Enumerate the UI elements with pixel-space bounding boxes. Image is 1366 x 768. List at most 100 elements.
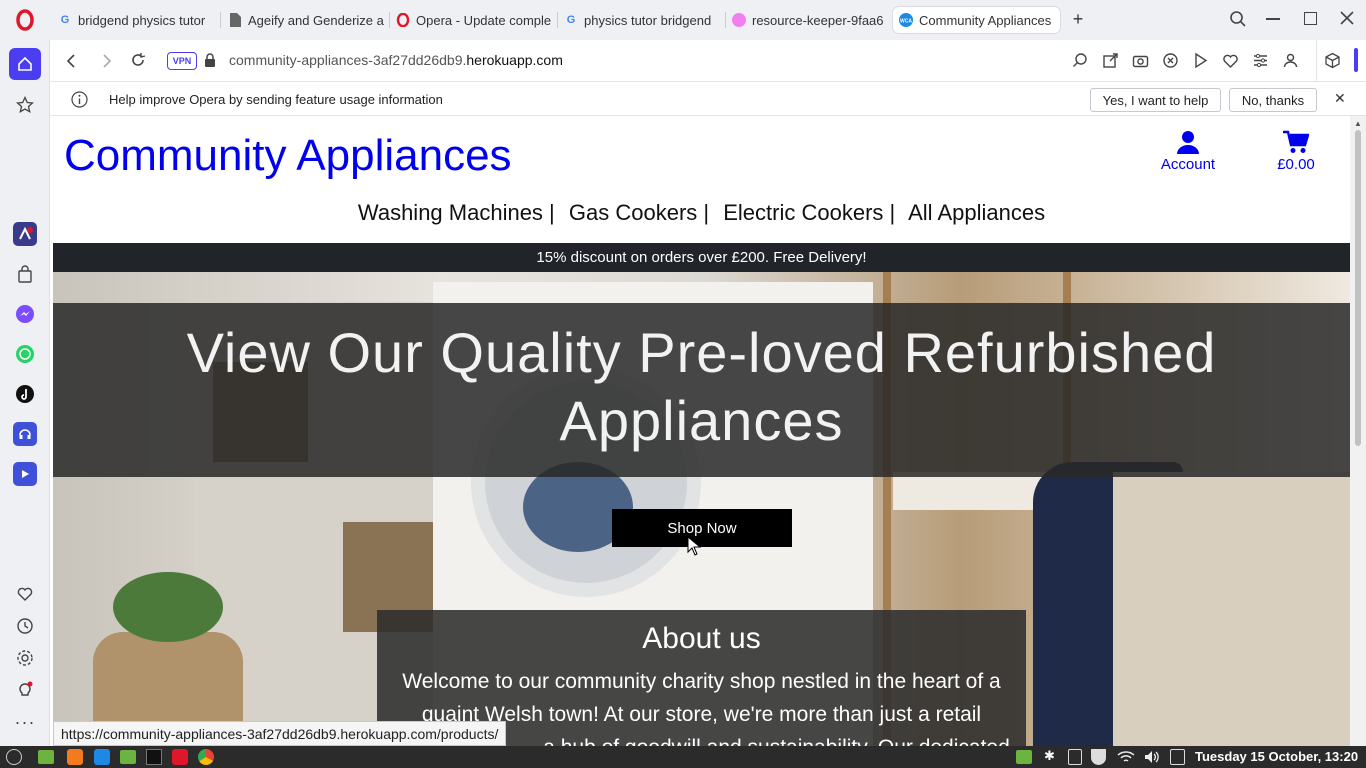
hero-title: View Our Quality Pre-loved Refurbished A… (53, 319, 1350, 455)
account-icon (1157, 126, 1219, 154)
back-icon[interactable] (64, 53, 78, 74)
wca-icon: WCA (899, 13, 913, 27)
wifi-icon[interactable] (1117, 749, 1135, 768)
tab-0[interactable]: G bridgend physics tutor (52, 7, 216, 33)
sidebar-toggle[interactable] (1354, 48, 1358, 72)
find-icon[interactable] (1072, 52, 1089, 74)
tab-2[interactable]: Opera - Update comple (390, 7, 554, 33)
potted-plant (113, 572, 223, 642)
scrollbar-thumb[interactable] (1355, 130, 1361, 446)
clipboard-icon[interactable] (1068, 749, 1082, 765)
about-title: About us (642, 622, 761, 655)
notes-icon[interactable] (1170, 749, 1185, 765)
tab-4[interactable]: resource-keeper-9faa6 (726, 7, 890, 33)
profile-icon[interactable] (1282, 52, 1299, 74)
bluetooth-icon[interactable]: ✱ (1044, 748, 1055, 764)
document-icon (228, 13, 242, 27)
new-tab-icon[interactable]: + (1069, 9, 1087, 29)
opera-icon (396, 13, 410, 27)
vpn-badge[interactable]: VPN (167, 52, 197, 70)
opera-infobar: Help improve Opera by sending feature us… (50, 83, 1366, 116)
terminal-icon[interactable] (146, 749, 162, 765)
tray-folder-icon[interactable] (1016, 750, 1032, 764)
forward-icon[interactable] (100, 53, 114, 74)
tab-5-active[interactable]: WCA Community Appliances (893, 7, 1060, 33)
status-url-tooltip: https://community-appliances-3af27dd26db… (53, 721, 507, 746)
svg-text:WCA: WCA (900, 19, 912, 25)
cart-total: £0.00 (1277, 156, 1315, 173)
close-window-icon[interactable] (1338, 9, 1356, 32)
tab-title: Ageify and Genderize a (248, 12, 384, 28)
files-icon[interactable] (38, 750, 54, 764)
vscode-icon[interactable] (94, 749, 110, 765)
messenger-icon[interactable] (13, 302, 37, 326)
scroll-up-icon[interactable]: ▲ (1354, 119, 1362, 128)
history-icon[interactable] (13, 614, 37, 638)
home-icon[interactable] (9, 48, 41, 80)
url-domain: herokuapp.com (466, 52, 563, 68)
share-icon[interactable] (1102, 52, 1119, 74)
reload-icon[interactable] (130, 52, 146, 73)
info-icon (71, 91, 88, 111)
firefox-icon[interactable] (67, 749, 83, 765)
player-icon[interactable] (13, 462, 37, 486)
heart-bookmark-icon[interactable] (1222, 52, 1239, 74)
infobar-message: Help improve Opera by sending feature us… (109, 92, 443, 107)
decline-usage-button[interactable]: No, thanks (1229, 88, 1317, 112)
star-icon[interactable] (13, 93, 37, 117)
shield-icon[interactable] (1091, 749, 1106, 765)
url-field[interactable]: community-appliances-3af27dd26db9.heroku… (229, 52, 563, 68)
account-label: Account (1160, 156, 1216, 173)
tab-3[interactable]: G physics tutor bridgend (558, 7, 722, 33)
heart-icon[interactable] (13, 582, 37, 606)
aria-icon[interactable] (13, 222, 37, 246)
promo-banner: 15% discount on orders over £200. Free D… (53, 243, 1350, 272)
shop-now-button[interactable]: Shop Now (612, 509, 792, 547)
nav-washing-machines[interactable]: Washing Machines | (358, 200, 555, 225)
address-bar-row: VPN community-appliances-3af27dd26db9.he… (50, 40, 1366, 82)
account-link[interactable]: Account (1157, 126, 1219, 173)
shopping-bag-icon[interactable] (13, 262, 37, 286)
page-scrollbar[interactable]: ▲ (1350, 116, 1366, 746)
restore-icon[interactable] (1304, 12, 1317, 25)
tab-title: resource-keeper-9faa6 (752, 12, 884, 28)
opera-taskbar-icon[interactable] (172, 749, 188, 765)
hero-title-line-2: Appliances (559, 389, 844, 452)
more-icon[interactable]: ··· (13, 710, 37, 734)
main-nav: Washing Machines | Gas Cookers | Electri… (53, 200, 1350, 226)
whatsapp-icon[interactable] (13, 342, 37, 366)
volume-icon[interactable] (1143, 749, 1161, 768)
close-infobar-icon[interactable]: ✕ (1334, 90, 1346, 107)
cart-icon (1269, 126, 1323, 154)
adblock-icon[interactable] (1162, 52, 1179, 74)
laundry-bag (1113, 472, 1350, 746)
accept-usage-button[interactable]: Yes, I want to help (1090, 88, 1221, 112)
tiktok-icon[interactable] (13, 382, 37, 406)
start-menu-icon[interactable] (6, 749, 22, 765)
lock-icon[interactable] (204, 53, 216, 73)
nav-all-appliances[interactable]: All Appliances (908, 200, 1045, 225)
datetime[interactable]: Tuesday 15 October, 13:20 (1195, 749, 1358, 764)
search-tabs-icon[interactable] (1229, 10, 1247, 33)
easy-setup-icon[interactable] (1252, 52, 1269, 74)
tab-1[interactable]: Ageify and Genderize a (222, 7, 386, 33)
tab-title: Opera - Update comple (416, 12, 552, 28)
extensions-cube-icon[interactable] (1324, 52, 1341, 74)
lightbulb-icon[interactable] (13, 678, 37, 702)
opera-sidebar: ··· (0, 40, 50, 746)
tab-title: bridgend physics tutor (78, 12, 206, 28)
opera-logo[interactable] (0, 0, 50, 40)
music-player-icon[interactable] (13, 422, 37, 446)
cart-link[interactable]: £0.00 (1269, 126, 1323, 173)
minimize-icon[interactable] (1266, 18, 1280, 20)
settings-gear-icon[interactable] (13, 646, 37, 670)
nav-electric-cookers[interactable]: Electric Cookers | (723, 200, 895, 225)
url-prefix: community-appliances-3af27dd26db9. (229, 52, 467, 68)
about-line-1: Welcome to our community charity shop ne… (402, 670, 1001, 693)
site-logo[interactable]: Community Appliances (64, 131, 512, 181)
play-icon[interactable] (1192, 52, 1209, 74)
chrome-icon[interactable] (198, 749, 214, 765)
folder-icon[interactable] (120, 750, 136, 764)
camera-icon[interactable] (1132, 52, 1149, 74)
nav-gas-cookers[interactable]: Gas Cookers | (569, 200, 709, 225)
